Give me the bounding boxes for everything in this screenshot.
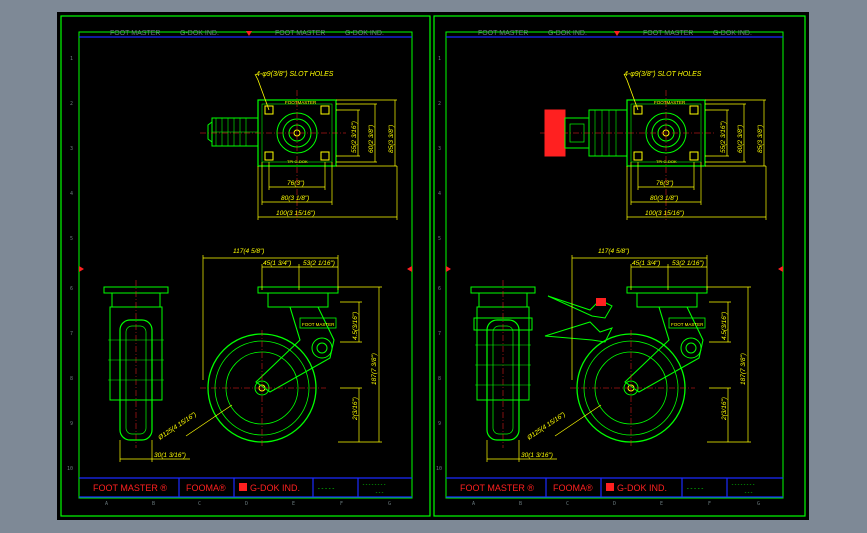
header-text: G-DOK IND.: [548, 30, 587, 37]
dimension-label: 4.5(3/16"): [352, 312, 359, 340]
title-brand-fooma: FOOMA®: [553, 483, 593, 493]
title-brand-gdok: G-DOK IND.: [250, 483, 300, 493]
zone-number: 8: [70, 376, 73, 382]
dimension-label: 2(3/16"): [352, 397, 359, 421]
dimension-label: 100(3 15/16"): [276, 210, 315, 217]
dimension-label: 45(1 3/4"): [263, 260, 291, 267]
zone-letter: B: [519, 501, 522, 507]
cad-viewport[interactable]: FOOT MASTER G-DOK IND. FOOT MASTER G-DOK…: [0, 0, 867, 533]
dimension-label: 2(3/16"): [721, 397, 728, 421]
dimension-label: 60(2 3/8"): [737, 125, 744, 153]
zone-letter: B: [152, 501, 155, 507]
header-text: G-DOK IND.: [713, 30, 752, 37]
zone-letter: E: [292, 501, 295, 507]
side-brand-label: FOOT MASTER: [671, 322, 704, 327]
zone-number: 10: [436, 466, 442, 472]
dimension-label: 45(1 3/4"): [632, 260, 660, 267]
zone-letter: G: [757, 501, 760, 507]
zone-number: 6: [438, 286, 441, 292]
header-text: FOOT MASTER: [478, 30, 528, 37]
zone-number: 5: [70, 236, 73, 242]
zone-number: 1: [70, 56, 73, 62]
dimension-label: 100(3 15/16"): [645, 210, 684, 217]
header-text: FOOT MASTER: [110, 30, 160, 37]
dimension-label: 85(3 3/8"): [388, 125, 395, 153]
header-text: FOOT MASTER: [275, 30, 325, 37]
zone-number: 1: [438, 56, 441, 62]
zone-number: 10: [67, 466, 73, 472]
zone-number: 7: [438, 331, 441, 337]
zone-number: 6: [70, 286, 73, 292]
zone-letter: D: [613, 501, 616, 507]
dimension-label: 55(2 3/16"): [351, 121, 358, 153]
dimension-label: 4.5(3/16"): [721, 312, 728, 340]
title-code: ---: [375, 490, 384, 496]
side-brand-label: FOOT MASTER: [302, 322, 335, 327]
zone-number: 9: [438, 421, 441, 427]
dimension-label: 76(3"): [287, 180, 304, 187]
title-code: ---: [744, 490, 753, 496]
dimension-label: 30(1 3/16"): [521, 452, 553, 459]
zone-number: 4: [438, 191, 441, 197]
dimension-label: 76(3"): [656, 180, 673, 187]
title-code: -----: [686, 485, 704, 492]
dimension-label: 187(7 3/8"): [371, 353, 378, 385]
header-text: G-DOK IND.: [345, 30, 384, 37]
zone-letter: F: [340, 501, 343, 507]
gdok-logo-icon: [606, 483, 614, 491]
dimension-label: 80(3 1/8"): [650, 195, 678, 202]
zone-number: 5: [438, 236, 441, 242]
zone-number: 3: [438, 146, 441, 152]
zone-number: 9: [70, 421, 73, 427]
slot-holes-note: 4-φ9(3/8") SLOT HOLES: [624, 71, 702, 78]
zone-number: 2: [70, 101, 73, 107]
zone-number: 3: [70, 146, 73, 152]
dimension-label: 117(4 5/8"): [598, 248, 629, 255]
slot-holes-note: 4-φ9(3/8") SLOT HOLES: [256, 71, 334, 78]
header-text: G-DOK IND.: [180, 30, 219, 37]
title-brand-footmaster: FOOT MASTER ®: [460, 483, 534, 493]
dimension-label: 30(1 3/16"): [154, 452, 186, 459]
zone-number: 4: [70, 191, 73, 197]
dimension-label: 55(2 3/16"): [720, 121, 727, 153]
zone-letter: A: [472, 501, 475, 507]
plate-brand-text: FOOTMASTER: [654, 100, 686, 105]
title-brand-fooma: FOOMA®: [186, 483, 226, 493]
zone-letter: C: [198, 501, 201, 507]
brake-pedal-marker: [596, 298, 606, 306]
dimension-label: 80(3 1/8"): [281, 195, 309, 202]
zone-letter: D: [245, 501, 248, 507]
zone-letter: C: [566, 501, 569, 507]
zone-letter: G: [388, 501, 391, 507]
dimension-label: 53(2 1/16"): [672, 260, 704, 267]
title-brand-gdok: G-DOK IND.: [617, 483, 667, 493]
plate-brand-text: FOOTMASTER: [285, 100, 317, 105]
zone-number: 8: [438, 376, 441, 382]
zone-letter: E: [660, 501, 663, 507]
plate-brand-text: TPI·G-DOK: [287, 159, 308, 164]
plate-brand-text: TPI·G-DOK: [656, 159, 677, 164]
dimension-label: 60(2 3/8"): [368, 125, 375, 153]
title-code: -----: [317, 485, 335, 492]
title-code: --------: [362, 482, 386, 488]
gdok-logo-icon: [239, 483, 247, 491]
header-text: FOOT MASTER: [643, 30, 693, 37]
dimension-label: 53(2 1/16"): [303, 260, 335, 267]
dimension-label: 117(4 5/8"): [233, 248, 264, 255]
zone-letter: F: [708, 501, 711, 507]
title-code: --------: [731, 482, 755, 488]
zone-number: 2: [438, 101, 441, 107]
zone-letter: A: [105, 501, 108, 507]
zone-number: 7: [70, 331, 73, 337]
dimension-label: 187(7 3/8"): [740, 353, 747, 385]
title-brand-footmaster: FOOT MASTER ®: [93, 483, 167, 493]
dimension-label: 85(3 3/8"): [757, 125, 764, 153]
